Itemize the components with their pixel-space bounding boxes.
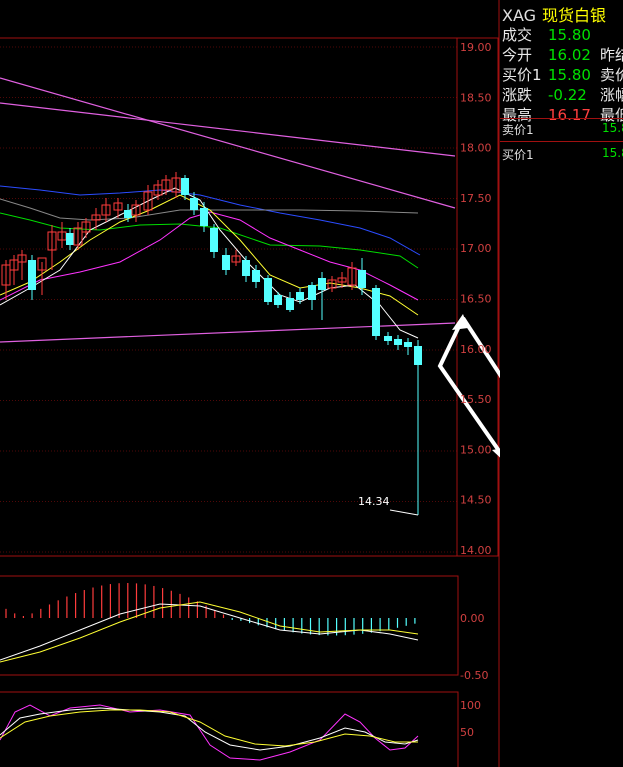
candle[interactable] [394,335,402,350]
candle[interactable] [66,228,74,250]
quote-row: 今开 16.02 昨结 [502,46,623,64]
indicator-lines [0,77,456,343]
candle[interactable] [17,250,27,280]
price-axis-tick: 17.00 [460,242,492,255]
quote-row: 成交 15.80 [502,26,591,44]
candle[interactable] [73,222,83,250]
price-axis-tick: 18.50 [460,91,492,104]
macd-panel [0,583,419,663]
candle[interactable] [296,288,304,304]
macd-axis-tick: 0.00 [460,612,485,625]
order-book-sell: 卖价115.8 [502,121,623,137]
divider [500,118,623,119]
quote-row: 买价1 15.80 卖价 [502,66,623,84]
candle[interactable] [318,272,326,320]
candle[interactable] [91,208,101,230]
quote-title: XAG 现货白银 [502,2,606,26]
kline-chart[interactable]: 19.00 18.50 18.00 17.50 17.00 16.50 16.00 15.50… [0,0,500,767]
price-axis-tick: 16.00 [460,343,492,356]
candle[interactable] [28,255,36,300]
kdj-axis-tick: 50 [460,726,474,739]
kdj-panel [0,704,419,761]
candle[interactable] [286,292,294,312]
price-axis-tick: 15.50 [460,393,492,406]
symbol-code: XAG [502,6,537,25]
candle[interactable] [384,332,392,345]
symbol-name: 现货白银 [542,6,607,25]
kdj-axis-tick: 100 [460,699,481,712]
low-pointer [389,509,419,516]
low-price-label: 14.34 [358,495,390,508]
candle[interactable] [171,172,181,198]
order-book-buy: 买价115.8 [502,146,623,162]
candle[interactable] [264,275,272,305]
price-axis-tick: 16.50 [460,293,492,306]
price-axis-tick: 17.50 [460,192,492,205]
candle[interactable] [274,292,282,308]
quote-row: 涨跌 -0.22 涨幅 [502,86,623,104]
quote-panel: XAG 现货白银 成交 15.80 今开 16.02 昨结 买价1 15.80 卖价 涨跌 -0.2… [500,0,623,767]
annotation-arrows [437,314,500,458]
price-axis-tick: 14.00 [460,544,492,557]
macd-axis-tick: -0.50 [460,669,488,682]
trendline [0,77,456,209]
candle[interactable] [57,222,67,248]
candle[interactable] [9,255,19,285]
candle[interactable] [131,200,141,222]
candle[interactable] [124,204,132,222]
candle[interactable] [81,218,91,238]
price-axis-tick: 18.00 [460,142,492,155]
candle[interactable] [200,202,208,232]
candle[interactable] [210,224,218,258]
candle[interactable] [47,225,57,270]
divider [500,141,623,142]
candle[interactable] [101,198,111,222]
candle[interactable] [222,248,230,275]
price-axis-tick: 19.00 [460,41,492,54]
price-axis-tick: 15.00 [460,443,492,456]
candle[interactable] [161,175,171,195]
candle[interactable] [404,338,412,355]
axis-labels: 19.00 18.50 18.00 17.50 17.00 16.50 16.00 15.50… [460,41,492,739]
candle[interactable] [414,340,422,515]
candle[interactable] [372,285,380,340]
candle[interactable] [242,256,250,282]
candle[interactable] [308,282,316,310]
trendline [0,102,456,157]
price-axis-tick: 14.50 [460,494,492,507]
candlesticks[interactable] [1,172,422,516]
candle[interactable] [37,257,47,295]
chart-frames [0,0,500,767]
